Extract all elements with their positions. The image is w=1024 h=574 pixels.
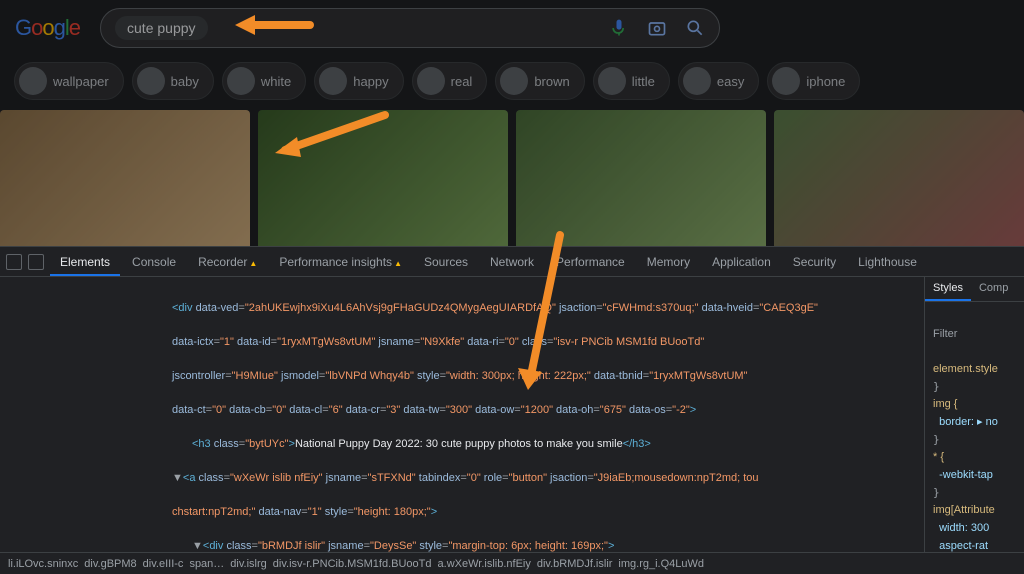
tab-security[interactable]: Security (783, 249, 846, 275)
breadcrumb[interactable]: li.iLOvc.sninxcdiv.gBPM8div.eIII-cspan…d… (0, 552, 1024, 574)
search-icon[interactable] (685, 18, 705, 38)
filter-little[interactable]: little (593, 62, 670, 100)
filter-bar: wallpaper baby white happy real brown li… (0, 56, 1024, 106)
filter-brown[interactable]: brown (495, 62, 584, 100)
computed-tab[interactable]: Comp (971, 277, 1016, 301)
filter-real[interactable]: real (412, 62, 488, 100)
filter-happy[interactable]: happy (314, 62, 403, 100)
result-image-3[interactable] (516, 110, 766, 250)
image-results (0, 106, 1024, 254)
tab-elements[interactable]: Elements (50, 249, 120, 275)
device-mode-icon[interactable] (28, 254, 44, 270)
filter-iphone[interactable]: iphone (767, 62, 860, 100)
inspect-icon[interactable] (6, 254, 22, 270)
filter-white[interactable]: white (222, 62, 306, 100)
camera-icon[interactable] (647, 18, 667, 38)
filter-baby[interactable]: baby (132, 62, 214, 100)
styles-panel: Styles Comp Filter element.style } img {… (924, 277, 1024, 552)
styles-filter[interactable]: Filter (933, 328, 957, 340)
devtools-panel: Elements Console Recorder Performance in… (0, 246, 1024, 574)
tab-console[interactable]: Console (122, 249, 186, 275)
search-chip[interactable]: cute puppy (115, 16, 208, 40)
search-bar[interactable]: cute puppy (100, 8, 720, 48)
tab-sources[interactable]: Sources (414, 249, 478, 275)
tab-perf-insights[interactable]: Performance insights (269, 249, 412, 275)
tab-memory[interactable]: Memory (637, 249, 700, 275)
tab-application[interactable]: Application (702, 249, 781, 275)
devtools-tabs: Elements Console Recorder Performance in… (0, 247, 1024, 277)
filter-easy[interactable]: easy (678, 62, 759, 100)
tab-network[interactable]: Network (480, 249, 544, 275)
google-logo[interactable]: Google (15, 15, 80, 41)
result-image-1[interactable] (0, 110, 250, 250)
filter-wallpaper[interactable]: wallpaper (14, 62, 124, 100)
tab-lighthouse[interactable]: Lighthouse (848, 249, 927, 275)
tab-recorder[interactable]: Recorder (188, 249, 267, 275)
mic-icon[interactable] (609, 18, 629, 38)
result-image-4[interactable] (774, 110, 1024, 250)
tab-performance[interactable]: Performance (546, 249, 635, 275)
dom-tree[interactable]: <div data-ved="2ahUKEwjhx9iXu4L6AhVsj9gF… (0, 277, 924, 552)
styles-tab[interactable]: Styles (925, 277, 971, 301)
result-image-2[interactable] (258, 110, 508, 250)
